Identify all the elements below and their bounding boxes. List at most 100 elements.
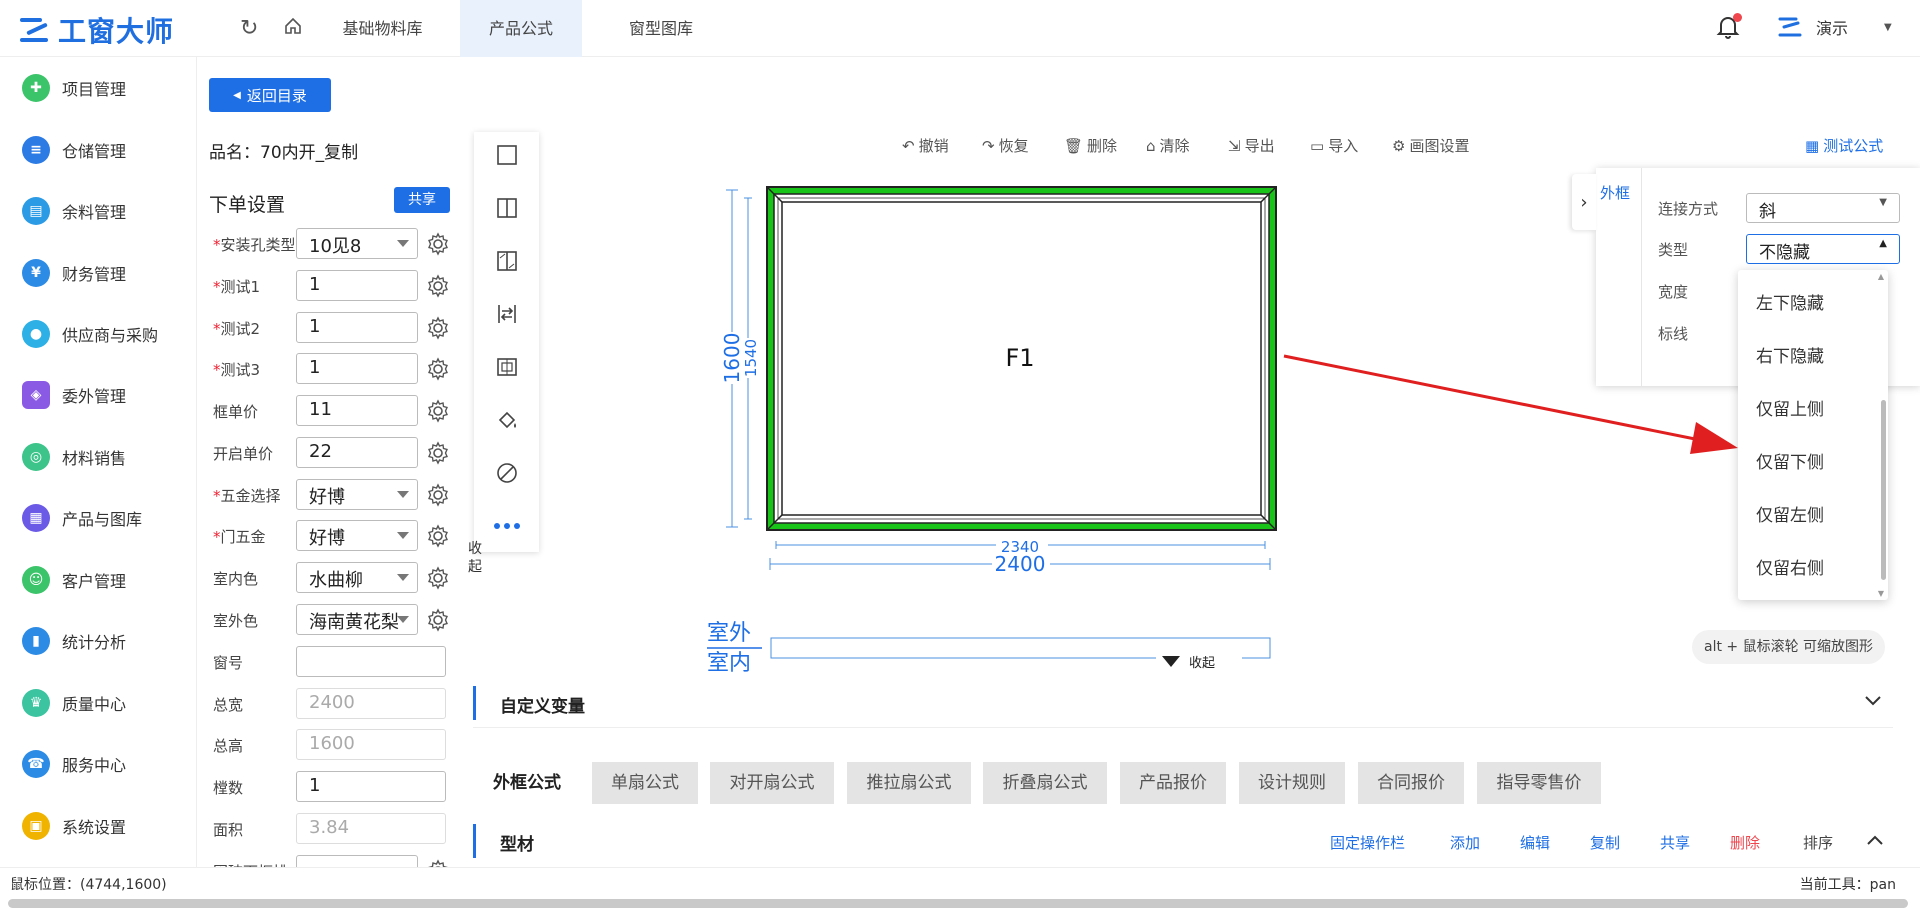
chevron-down-icon[interactable] [1863,690,1883,714]
delete-profile-button[interactable]: 删除 [1730,832,1760,853]
add-button[interactable]: 添加 [1450,832,1480,853]
delete-button[interactable]: 🗑 删除 [1064,135,1117,156]
required-mark: * [213,236,221,254]
gear-icon[interactable] [426,566,450,590]
dropdown-option[interactable]: 左下隐藏 [1756,289,1824,314]
undo-button[interactable]: ↶ 撤销 [902,135,949,156]
tab-window-gallery[interactable]: 窗型图库 [600,0,722,57]
sidebar-item-settings[interactable]: ▣ 系统设置 [22,806,126,846]
tab-folding-sash-formula[interactable]: 折叠扇公式 [983,762,1107,804]
more-icon[interactable] [492,511,522,541]
gear-icon[interactable] [426,399,450,423]
gear-icon[interactable] [426,608,450,632]
connection-select[interactable]: 斜 ▼ [1746,193,1900,223]
test-formula-button[interactable]: ▦ 测试公式 [1805,135,1883,156]
share-button[interactable]: 共享 [394,187,450,213]
dropdown-option[interactable]: 仅留右侧 [1756,554,1824,579]
tab-product-formula[interactable]: 产品公式 [460,0,582,57]
chevron-up-icon[interactable] [1865,830,1885,854]
sidebar-item-customer[interactable]: ☺ 客户管理 [22,560,126,600]
export-button[interactable]: ⇲ 导出 [1228,135,1275,156]
split-vertical-icon[interactable] [492,193,522,223]
sidebar-item-service[interactable]: ☎ 服务中心 [22,744,126,784]
horizontal-scrollbar[interactable] [8,899,1908,908]
toolbar-collapse-toggle[interactable]: 收起 [468,540,488,576]
import-button[interactable]: ▭ 导入 [1310,135,1358,156]
paint-bucket-icon[interactable] [492,405,522,435]
sidebar-item-warehouse[interactable]: ≡ 仓储管理 [22,130,126,170]
sill-collapse-label[interactable]: 收起 [1189,656,1215,671]
dropdown-option[interactable]: 右下隐藏 [1756,342,1824,367]
form-input[interactable]: 1 [296,353,418,384]
back-to-catalog-button[interactable]: ◀ 返回目录 [209,78,331,112]
gear-icon[interactable] [426,441,450,465]
form-select[interactable]: 水曲柳 [296,562,418,593]
dropdown-scrollbar[interactable] [1881,400,1886,580]
form-input[interactable]: 1 [296,312,418,343]
copy-button[interactable]: 复制 [1590,832,1620,853]
tab-single-sash-formula[interactable]: 单扇公式 [592,762,698,804]
sort-button[interactable]: 排序 [1803,832,1833,853]
form-input[interactable] [296,646,446,677]
erase-icon[interactable] [492,458,522,488]
gear-icon[interactable] [426,232,450,256]
chevron-right-icon[interactable]: › [1572,174,1596,230]
sliding-icon[interactable] [492,299,522,329]
drawing-settings-button[interactable]: ⚙ 画图设置 [1392,135,1469,156]
form-select[interactable]: 好博 [296,479,418,510]
tab-retail-price[interactable]: 指导零售价 [1477,762,1601,804]
form-input[interactable]: 1 [296,270,418,301]
form-input[interactable]: 11 [296,395,418,426]
tab-double-sash-formula[interactable]: 对开扇公式 [710,762,834,804]
scroll-down-icon[interactable]: ▼ [1878,589,1884,598]
form-row-label: 框单价 [213,401,258,422]
gear-icon[interactable] [426,357,450,381]
form-select[interactable]: 海南黄花梨 [296,604,418,635]
sidebar-item-supplier[interactable]: ● 供应商与采购 [22,314,158,354]
sidebar-item-remnant[interactable]: ▤ 余料管理 [22,191,126,231]
grid-frame-icon[interactable] [492,352,522,382]
app-logo[interactable]: 工窗大师 [20,10,174,50]
refresh-icon[interactable]: ↻ [240,16,258,41]
tab-sliding-sash-formula[interactable]: 推拉扇公式 [847,762,971,804]
sash-icon[interactable] [492,246,522,276]
tab-product-quote[interactable]: 产品报价 [1120,762,1226,804]
home-icon[interactable] [283,16,303,42]
dropdown-option[interactable]: 仅留下侧 [1756,448,1824,473]
user-name: 演示 [1816,19,1849,38]
tab-outer-formula[interactable]: 外框公式 [473,762,581,804]
sidebar-item-finance[interactable]: ¥ 财务管理 [22,253,126,293]
sidebar-item-quality[interactable]: ♛ 质量中心 [22,683,126,723]
tab-design-rules[interactable]: 设计规则 [1239,762,1345,804]
trash-icon: 🗑 [1064,136,1084,155]
tab-basic-materials[interactable]: 基础物料库 [320,0,445,57]
notification-bell-icon[interactable] [1716,13,1742,40]
gear-icon[interactable] [426,274,450,298]
sidebar-item-material-sales[interactable]: ◎ 材料销售 [22,437,126,477]
scroll-up-icon[interactable]: ▲ [1878,272,1884,281]
user-menu[interactable]: 演示 ▼ [1776,14,1892,40]
sidebar-item-product-gallery[interactable]: ▦ 产品与图库 [22,498,142,538]
sidebar-item-outsource[interactable]: ◈ 委外管理 [22,375,126,415]
clear-button[interactable]: ⌂ 清除 [1146,135,1190,156]
tab-outer-frame[interactable]: 外框 [1600,182,1630,203]
pin-toolbar-button[interactable]: 固定操作栏 [1330,832,1405,853]
form-select[interactable]: 好博 [296,520,418,551]
gear-icon[interactable] [426,483,450,507]
edit-button[interactable]: 编辑 [1520,832,1550,853]
redo-button[interactable]: ↷ 恢复 [982,135,1029,156]
custom-variables-section[interactable]: 自定义变量 [473,684,1893,728]
dropdown-option[interactable]: 仅留上侧 [1756,395,1824,420]
share-profile-button[interactable]: 共享 [1660,832,1690,853]
form-select[interactable]: 10见8 [296,228,418,259]
dropdown-option[interactable]: 仅留左侧 [1756,501,1824,526]
form-input[interactable]: 1 [296,771,446,802]
sidebar-item-statistics[interactable]: ▮ 统计分析 [22,621,126,661]
sidebar-item-project[interactable]: ✚ 项目管理 [22,68,126,108]
type-select[interactable]: 不隐藏 ▲ [1746,234,1900,264]
gear-icon[interactable] [426,524,450,548]
rectangle-icon[interactable] [492,140,522,170]
gear-icon[interactable] [426,316,450,340]
form-input[interactable]: 22 [296,437,418,468]
tab-contract-quote[interactable]: 合同报价 [1358,762,1464,804]
